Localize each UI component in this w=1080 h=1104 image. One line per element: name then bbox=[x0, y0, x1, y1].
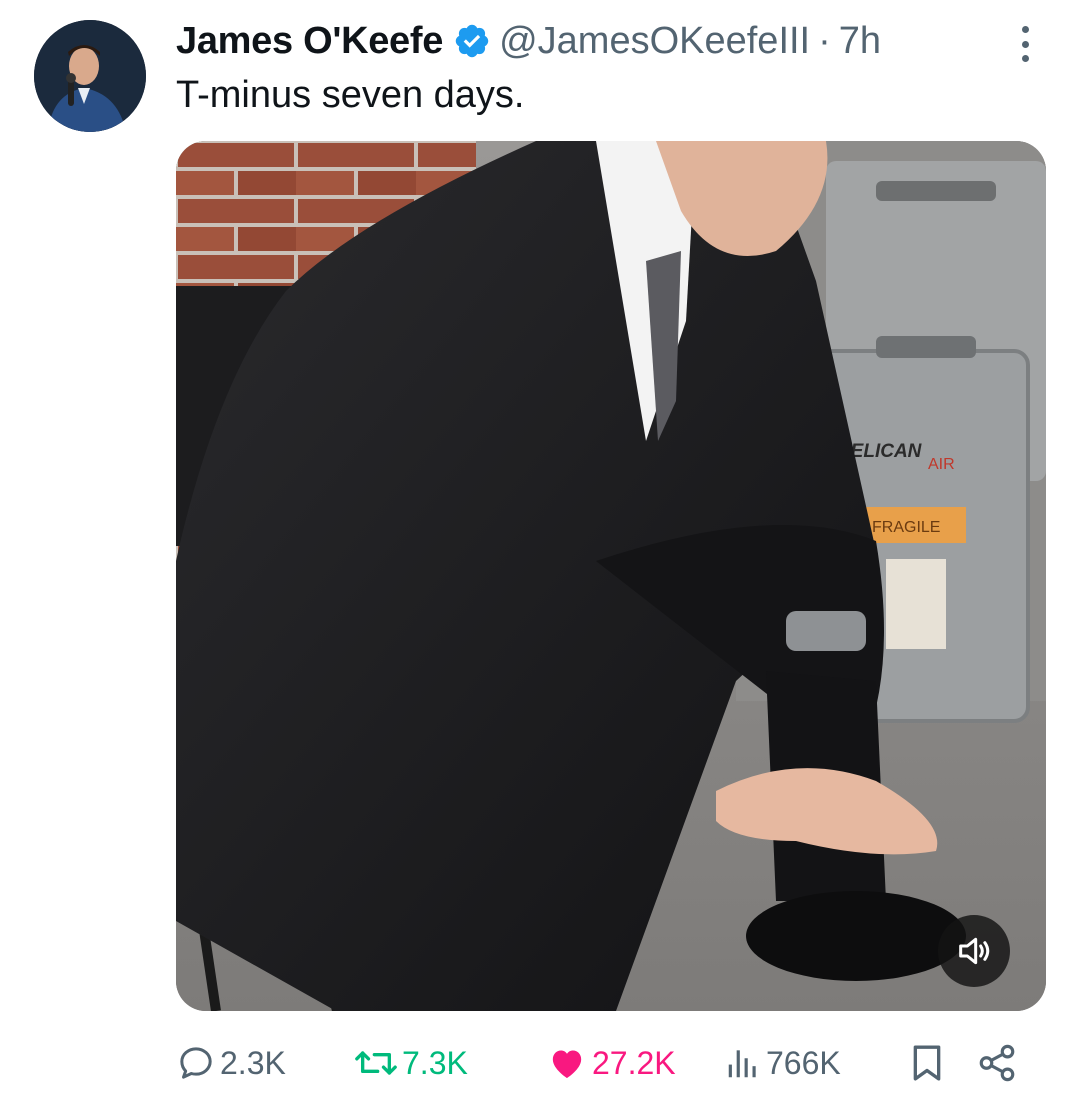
avatar-image bbox=[34, 20, 146, 132]
reply-count: 2.3K bbox=[220, 1044, 286, 1081]
reply-icon bbox=[180, 1047, 212, 1079]
more-options-button[interactable] bbox=[1010, 26, 1040, 62]
view-count: 766K bbox=[766, 1044, 841, 1081]
tweet-text: T-minus seven days. bbox=[176, 74, 525, 116]
verified-badge-icon bbox=[455, 24, 489, 58]
bookmark-button[interactable] bbox=[909, 1036, 945, 1090]
more-dot-icon bbox=[1021, 26, 1029, 33]
author-name[interactable]: James O'Keefe bbox=[176, 20, 443, 63]
retweet-icon bbox=[355, 1051, 397, 1075]
speaker-icon bbox=[959, 937, 990, 965]
reply-button[interactable]: 2.3K bbox=[176, 1036, 286, 1090]
tweet-header: James O'Keefe @JamesOKeefeIII · 7h bbox=[176, 18, 1040, 64]
separator-dot: · bbox=[818, 19, 831, 62]
views-button[interactable]: 766K bbox=[724, 1036, 841, 1090]
unmute-button[interactable] bbox=[938, 915, 1010, 987]
heart-icon bbox=[552, 1050, 582, 1078]
like-count: 27.2K bbox=[592, 1044, 676, 1081]
tweet-actions: 2.3K 7.3K 27.2K 766K bbox=[176, 1036, 1036, 1090]
case-model-label: AIR bbox=[928, 456, 955, 473]
author-avatar[interactable] bbox=[34, 20, 146, 132]
tweet-video[interactable]: PELICAN AIR FRAGILE bbox=[176, 141, 1046, 1011]
more-dot-icon bbox=[1021, 40, 1029, 48]
author-handle[interactable]: @JamesOKeefeIII bbox=[499, 20, 810, 63]
case-fragile-sticker: FRAGILE bbox=[872, 519, 940, 536]
analytics-icon bbox=[728, 1050, 756, 1078]
retweet-button[interactable]: 7.3K bbox=[354, 1036, 468, 1090]
share-icon bbox=[979, 1044, 1015, 1082]
bookmark-icon bbox=[913, 1045, 941, 1081]
video-frame: PELICAN AIR FRAGILE bbox=[176, 141, 1046, 1011]
share-button[interactable] bbox=[976, 1036, 1018, 1090]
more-dot-icon bbox=[1021, 55, 1029, 62]
like-button[interactable]: 27.2K bbox=[546, 1036, 676, 1090]
tweet-timestamp[interactable]: 7h bbox=[839, 20, 881, 63]
retweet-count: 7.3K bbox=[402, 1044, 468, 1081]
